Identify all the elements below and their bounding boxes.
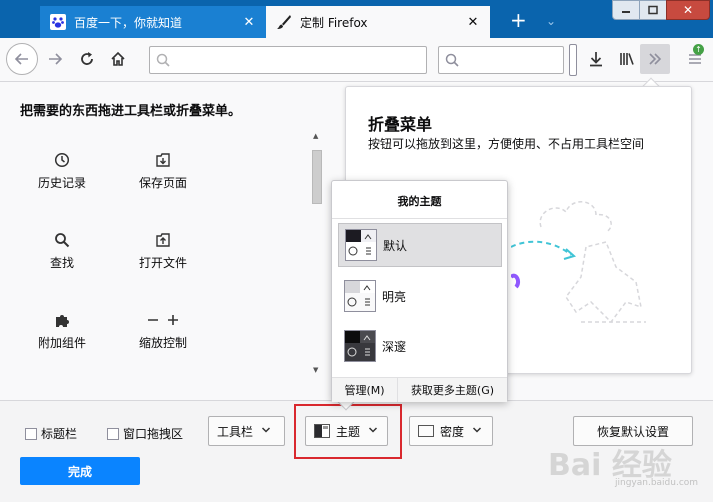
palette-item-label: 查找: [49, 256, 74, 270]
flexible-space[interactable]: [569, 44, 577, 76]
checkbox-box[interactable]: [25, 427, 37, 440]
overflow-panel-description: 按钮可以拖放到这里，方便使用、不占用工具栏空间: [368, 137, 645, 151]
toolbars-button-label: 工具栏: [217, 424, 254, 439]
themes-popup: 我的主题 默认 明亮 深邃 管理(M) 获取更多主题(G): [331, 180, 508, 402]
palette-item-label: 保存页面: [138, 176, 187, 190]
download-icon: [590, 52, 602, 67]
close-icon[interactable]: ✕: [240, 13, 258, 31]
theme-default-preview-icon: [345, 229, 377, 261]
theme-item-default[interactable]: 默认: [338, 223, 502, 267]
baidu-paw-icon: [50, 14, 66, 30]
forward-button[interactable]: [40, 44, 70, 74]
tab-title: 百度一下，你就知道: [74, 15, 183, 30]
done-button[interactable]: 完成: [20, 457, 140, 485]
magnifier-icon: [55, 233, 70, 248]
theme-item-light[interactable]: 明亮: [338, 274, 502, 318]
theme-name: 明亮: [382, 289, 407, 304]
reload-button[interactable]: [72, 44, 102, 74]
chevron-down-icon[interactable]: ⌄: [546, 14, 556, 28]
titlebar-checkbox[interactable]: 标题栏: [25, 425, 77, 442]
palette-item-label: 打开文件: [138, 256, 187, 270]
palette-item-find[interactable]: 查找: [17, 228, 107, 271]
clock-icon: [54, 152, 70, 168]
get-more-themes-button[interactable]: 获取更多主题(G): [398, 378, 507, 402]
search-icon: [156, 53, 170, 67]
new-tab-button[interactable]: +: [510, 10, 527, 30]
checkbox-label: 标题栏: [41, 427, 78, 441]
density-button-label: 密度: [440, 424, 465, 439]
watermark-url: jingyan.baidu.com: [615, 478, 699, 488]
home-button[interactable]: [103, 44, 133, 74]
checkbox-label: 窗口拖拽区: [123, 427, 184, 441]
theme-name: 深邃: [382, 339, 407, 354]
divider: [332, 218, 507, 219]
scroll-down-icon[interactable]: ▼: [313, 366, 318, 374]
save-page-icon: [156, 153, 170, 167]
puzzle-icon: [56, 315, 69, 327]
palette-item-zoom-controls[interactable]: 缩放控制: [118, 308, 208, 351]
theme-light-preview-icon: [344, 280, 376, 312]
navigation-toolbar: [0, 38, 713, 82]
maximize-icon: [648, 5, 658, 15]
palette-item-history[interactable]: 历史记录: [17, 148, 107, 191]
tab-customize[interactable]: 定制 Firefox ✕: [266, 6, 490, 38]
double-chevron-right-icon: [649, 53, 662, 65]
theme-name: 默认: [383, 238, 408, 253]
paintbrush-icon: [276, 14, 292, 30]
zoom-icon: [148, 315, 178, 325]
reload-icon: [81, 52, 93, 65]
palette-scrollbar[interactable]: ▲ ▼: [310, 132, 324, 380]
palette-heading: 把需要的东西拖进工具栏或折叠菜单。: [20, 104, 242, 119]
palette-item-label: 附加组件: [37, 336, 86, 350]
tab-baidu[interactable]: 百度一下，你就知道 ✕: [40, 6, 266, 38]
open-file-icon: [156, 233, 170, 247]
overflow-menu-button[interactable]: [640, 44, 670, 74]
palette-item-save-page[interactable]: 保存页面: [118, 148, 208, 191]
url-bar[interactable]: [149, 46, 427, 74]
restore-defaults-label: 恢复默认设置: [596, 424, 669, 439]
home-icon: [111, 51, 125, 66]
drag-space-checkbox[interactable]: 窗口拖拽区: [107, 425, 183, 442]
update-badge: ↑: [693, 44, 704, 55]
search-bar[interactable]: [438, 46, 564, 74]
themes-popup-footer: 管理(M) 获取更多主题(G): [332, 377, 507, 402]
scroll-up-icon[interactable]: ▲: [313, 132, 318, 140]
arrow-left-icon: [14, 53, 28, 65]
minimize-icon: [622, 11, 630, 13]
palette-item-label: 历史记录: [37, 176, 86, 190]
tab-title: 定制 Firefox: [300, 15, 368, 30]
manage-themes-button[interactable]: 管理(M): [332, 378, 398, 402]
maximize-button[interactable]: [639, 0, 667, 20]
scrollbar-thumb[interactable]: [312, 150, 322, 204]
overflow-illustration-icon: [511, 201, 646, 324]
density-icon: [418, 425, 434, 437]
theme-dark-preview-icon: [344, 330, 376, 362]
search-icon: [445, 53, 459, 67]
palette-item-label: 缩放控制: [138, 336, 187, 350]
tab-strip: 百度一下，你就知道 ✕ 定制 Firefox ✕ + ⌄ ✕: [0, 0, 713, 38]
palette-item-open-file[interactable]: 打开文件: [118, 228, 208, 271]
window-close-button[interactable]: ✕: [666, 0, 710, 20]
theme-item-dark[interactable]: 深邃: [338, 324, 502, 368]
overflow-panel-title: 折叠菜单: [368, 115, 433, 134]
chevron-down-icon: [472, 425, 482, 438]
close-icon[interactable]: ✕: [464, 13, 482, 31]
palette-item-addons[interactable]: 附加组件: [17, 308, 107, 351]
annotation-highlight-box: [294, 404, 402, 459]
arrow-right-icon: [49, 53, 63, 65]
toolbars-button[interactable]: 工具栏: [208, 416, 285, 446]
checkbox-box[interactable]: [107, 427, 119, 440]
minimize-button[interactable]: [612, 0, 640, 20]
chevron-down-icon: [261, 425, 271, 438]
downloads-button[interactable]: [581, 44, 611, 74]
themes-popup-title: 我的主题: [397, 195, 442, 208]
library-icon: [620, 53, 634, 65]
back-button[interactable]: [6, 43, 38, 75]
library-button[interactable]: [612, 44, 642, 74]
density-button[interactable]: 密度: [409, 416, 493, 446]
